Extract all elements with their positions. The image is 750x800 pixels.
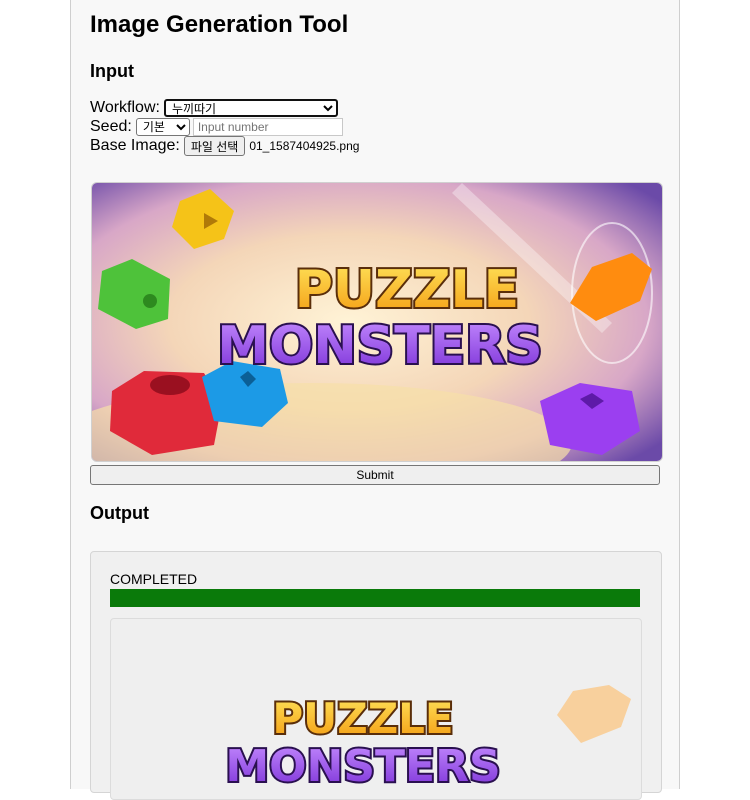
input-heading: Input bbox=[90, 61, 134, 81]
seed-label: Seed: bbox=[90, 118, 132, 135]
preview-art: PUZZLE MONSTERS bbox=[92, 183, 662, 461]
seed-select[interactable]: 기본 bbox=[135, 118, 190, 136]
workflow-row: Workflow: 누끼따기 bbox=[90, 98, 338, 118]
app-panel: Image Generation Tool Input Workflow: 누끼… bbox=[70, 0, 680, 800]
seed-row: Seed: 기본 bbox=[90, 117, 343, 137]
base-image-label: Base Image: bbox=[90, 137, 180, 154]
preview-logo-line2: MONSTERS bbox=[217, 316, 542, 376]
result-logo-line2: MONSTERS bbox=[225, 741, 500, 792]
progress-fill bbox=[110, 589, 640, 607]
status-text: COMPLETED bbox=[110, 571, 198, 587]
result-image: PUZZLE MONSTERS bbox=[110, 618, 642, 800]
file-select-button[interactable]: 파일 선택 bbox=[183, 136, 246, 156]
base-image-row: Base Image: 파일 선택 01_1587404925.png bbox=[90, 136, 359, 156]
base-image-preview: PUZZLE MONSTERS bbox=[91, 182, 663, 462]
output-panel: COMPLETED PUZZLE MONSTERS bbox=[90, 551, 662, 800]
faded-orange-gem-icon bbox=[557, 685, 631, 743]
preview-logo-line1: PUZZLE bbox=[295, 260, 519, 320]
workflow-select[interactable]: 누끼따기 bbox=[163, 99, 338, 117]
result-logo-line1: PUZZLE bbox=[272, 694, 453, 743]
file-name: 01_1587404925.png bbox=[249, 139, 360, 153]
result-art: PUZZLE MONSTERS bbox=[223, 685, 631, 794]
output-heading: Output bbox=[90, 503, 149, 523]
progress-bar bbox=[110, 589, 640, 607]
workflow-label: Workflow: bbox=[90, 99, 160, 116]
seed-input[interactable] bbox=[192, 118, 343, 136]
submit-button[interactable]: Submit bbox=[90, 465, 660, 485]
page-title: Image Generation Tool bbox=[90, 11, 349, 38]
